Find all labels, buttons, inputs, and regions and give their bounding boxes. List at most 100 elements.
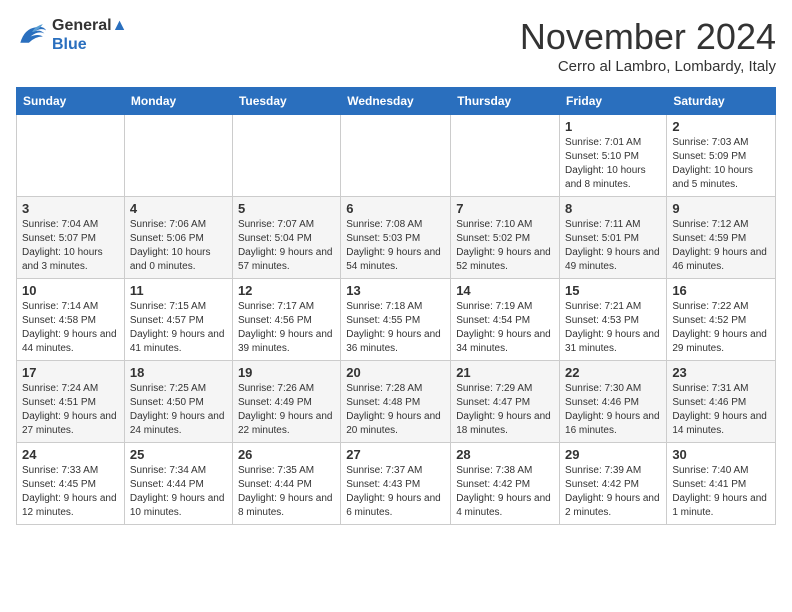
day-number: 18: [130, 365, 227, 380]
day-info: Sunrise: 7:29 AM Sunset: 4:47 PM Dayligh…: [456, 382, 554, 438]
calendar-cell: 2 Sunrise: 7:03 AM Sunset: 5:09 PM Daylig…: [667, 115, 776, 197]
day-info: Sunrise: 7:37 AM Sunset: 4:43 PM Dayligh…: [346, 464, 445, 520]
calendar-cell: 7 Sunrise: 7:10 AM Sunset: 5:02 PM Daylig…: [451, 197, 560, 279]
day-number: 24: [22, 447, 119, 462]
day-number: 16: [672, 283, 770, 298]
day-number: 25: [130, 447, 227, 462]
calendar-cell: 9 Sunrise: 7:12 AM Sunset: 4:59 PM Daylig…: [667, 197, 776, 279]
calendar-cell: 14Sunrise: 7:19 AM Sunset: 4:54 PM Dayli…: [451, 279, 560, 361]
day-info: Sunrise: 7:38 AM Sunset: 4:42 PM Dayligh…: [456, 464, 554, 520]
day-info: Sunrise: 7:17 AM Sunset: 4:56 PM Dayligh…: [238, 300, 335, 356]
day-info: Sunrise: 7:34 AM Sunset: 4:44 PM Dayligh…: [130, 464, 227, 520]
day-info: Sunrise: 7:33 AM Sunset: 4:45 PM Dayligh…: [22, 464, 119, 520]
calendar-cell: 5Sunrise: 7:07 AM Sunset: 5:04 PM Daylig…: [232, 197, 340, 279]
day-number: 5: [238, 201, 335, 216]
day-info: Sunrise: 7:18 AM Sunset: 4:55 PM Dayligh…: [346, 300, 445, 356]
day-number: 3: [22, 201, 119, 216]
calendar-cell: 24 Sunrise: 7:33 AM Sunset: 4:45 PM Dayli…: [17, 443, 125, 525]
calendar-cell: [124, 115, 232, 197]
day-number: 13: [346, 283, 445, 298]
day-info: Sunrise: 7:03 AM Sunset: 5:09 PM Dayligh…: [672, 136, 770, 192]
day-number: 28: [456, 447, 554, 462]
calendar-cell: 21 Sunrise: 7:29 AM Sunset: 4:47 PM Dayli…: [451, 361, 560, 443]
weekday-header-thursday: Thursday: [451, 88, 560, 115]
day-number: 30: [672, 447, 770, 462]
day-number: 9: [672, 201, 770, 216]
weekday-header-wednesday: Wednesday: [341, 88, 451, 115]
day-number: 29: [565, 447, 661, 462]
calendar-cell: 12 Sunrise: 7:17 AM Sunset: 4:56 PM Dayli…: [232, 279, 340, 361]
day-number: 19: [238, 365, 335, 380]
weekday-header-saturday: Saturday: [667, 88, 776, 115]
calendar-cell: 15Sunrise: 7:21 AM Sunset: 4:53 PM Dayli…: [560, 279, 667, 361]
day-info: Sunrise: 7:25 AM Sunset: 4:50 PM Dayligh…: [130, 382, 227, 438]
day-info: Sunrise: 7:30 AM Sunset: 4:46 PM Dayligh…: [565, 382, 661, 438]
day-number: 26: [238, 447, 335, 462]
calendar-cell: [17, 115, 125, 197]
day-number: 21: [456, 365, 554, 380]
weekday-header-sunday: Sunday: [17, 88, 125, 115]
week-row-1: 1 Sunrise: 7:01 AM Sunset: 5:10 PM Daylig…: [17, 115, 776, 197]
day-number: 7: [456, 201, 554, 216]
day-info: Sunrise: 7:35 AM Sunset: 4:44 PM Dayligh…: [238, 464, 335, 520]
day-info: Sunrise: 7:40 AM Sunset: 4:41 PM Dayligh…: [672, 464, 770, 520]
day-number: 27: [346, 447, 445, 462]
day-info: Sunrise: 7:26 AM Sunset: 4:49 PM Dayligh…: [238, 382, 335, 438]
weekday-header-monday: Monday: [124, 88, 232, 115]
day-info: Sunrise: 7:12 AM Sunset: 4:59 PM Dayligh…: [672, 218, 770, 274]
week-row-3: 10 Sunrise: 7:14 AM Sunset: 4:58 PM Dayli…: [17, 279, 776, 361]
calendar-cell: 1 Sunrise: 7:01 AM Sunset: 5:10 PM Daylig…: [560, 115, 667, 197]
day-info: Sunrise: 7:11 AM Sunset: 5:01 PM Dayligh…: [565, 218, 661, 274]
day-info: Sunrise: 7:31 AM Sunset: 4:46 PM Dayligh…: [672, 382, 770, 438]
day-info: Sunrise: 7:10 AM Sunset: 5:02 PM Dayligh…: [456, 218, 554, 274]
calendar-cell: 3 Sunrise: 7:04 AM Sunset: 5:07 PM Daylig…: [17, 197, 125, 279]
day-number: 14: [456, 283, 554, 298]
week-row-2: 3 Sunrise: 7:04 AM Sunset: 5:07 PM Daylig…: [17, 197, 776, 279]
calendar-cell: 18 Sunrise: 7:25 AM Sunset: 4:50 PM Dayli…: [124, 361, 232, 443]
calendar-cell: 19 Sunrise: 7:26 AM Sunset: 4:49 PM Dayli…: [232, 361, 340, 443]
day-info: Sunrise: 7:24 AM Sunset: 4:51 PM Dayligh…: [22, 382, 119, 438]
logo: General▲ Blue: [16, 16, 127, 54]
weekday-header-friday: Friday: [560, 88, 667, 115]
calendar-cell: 20 Sunrise: 7:28 AM Sunset: 4:48 PM Dayli…: [341, 361, 451, 443]
calendar-cell: 10 Sunrise: 7:14 AM Sunset: 4:58 PM Dayli…: [17, 279, 125, 361]
day-number: 4: [130, 201, 227, 216]
calendar-cell: [451, 115, 560, 197]
day-number: 23: [672, 365, 770, 380]
page-header: General▲ Blue November 2024 Cerro al Lam…: [16, 16, 776, 75]
day-info: Sunrise: 7:01 AM Sunset: 5:10 PM Dayligh…: [565, 136, 661, 192]
day-number: 10: [22, 283, 119, 298]
day-number: 22: [565, 365, 661, 380]
day-number: 12: [238, 283, 335, 298]
day-info: Sunrise: 7:22 AM Sunset: 4:52 PM Dayligh…: [672, 300, 770, 356]
day-info: Sunrise: 7:28 AM Sunset: 4:48 PM Dayligh…: [346, 382, 445, 438]
calendar-cell: 25 Sunrise: 7:34 AM Sunset: 4:44 PM Dayli…: [124, 443, 232, 525]
calendar-cell: 23 Sunrise: 7:31 AM Sunset: 4:46 PM Dayli…: [667, 361, 776, 443]
calendar-cell: 22 Sunrise: 7:30 AM Sunset: 4:46 PM Dayli…: [560, 361, 667, 443]
logo-icon: [16, 21, 48, 49]
calendar-cell: 28 Sunrise: 7:38 AM Sunset: 4:42 PM Dayli…: [451, 443, 560, 525]
day-info: Sunrise: 7:21 AM Sunset: 4:53 PM Dayligh…: [565, 300, 661, 356]
calendar-cell: 30 Sunrise: 7:40 AM Sunset: 4:41 PM Dayli…: [667, 443, 776, 525]
calendar-cell: 6Sunrise: 7:08 AM Sunset: 5:03 PM Daylig…: [341, 197, 451, 279]
day-info: Sunrise: 7:39 AM Sunset: 4:42 PM Dayligh…: [565, 464, 661, 520]
calendar-cell: 4Sunrise: 7:06 AM Sunset: 5:06 PM Daylig…: [124, 197, 232, 279]
calendar-table: SundayMondayTuesdayWednesdayThursdayFrid…: [16, 87, 776, 525]
day-info: Sunrise: 7:08 AM Sunset: 5:03 PM Dayligh…: [346, 218, 445, 274]
day-number: 1: [565, 119, 661, 134]
logo-text: General▲ Blue: [52, 16, 127, 54]
day-info: Sunrise: 7:15 AM Sunset: 4:57 PM Dayligh…: [130, 300, 227, 356]
day-number: 11: [130, 283, 227, 298]
calendar-cell: [341, 115, 451, 197]
calendar-cell: 13 Sunrise: 7:18 AM Sunset: 4:55 PM Dayli…: [341, 279, 451, 361]
week-row-4: 17Sunrise: 7:24 AM Sunset: 4:51 PM Dayli…: [17, 361, 776, 443]
day-info: Sunrise: 7:14 AM Sunset: 4:58 PM Dayligh…: [22, 300, 119, 356]
calendar-cell: [232, 115, 340, 197]
day-info: Sunrise: 7:04 AM Sunset: 5:07 PM Dayligh…: [22, 218, 119, 274]
title-block: November 2024 Cerro al Lambro, Lombardy,…: [520, 16, 776, 75]
day-number: 20: [346, 365, 445, 380]
day-number: 2: [672, 119, 770, 134]
calendar-title: November 2024: [520, 16, 776, 58]
calendar-cell: 11 Sunrise: 7:15 AM Sunset: 4:57 PM Dayli…: [124, 279, 232, 361]
weekday-header-row: SundayMondayTuesdayWednesdayThursdayFrid…: [17, 88, 776, 115]
